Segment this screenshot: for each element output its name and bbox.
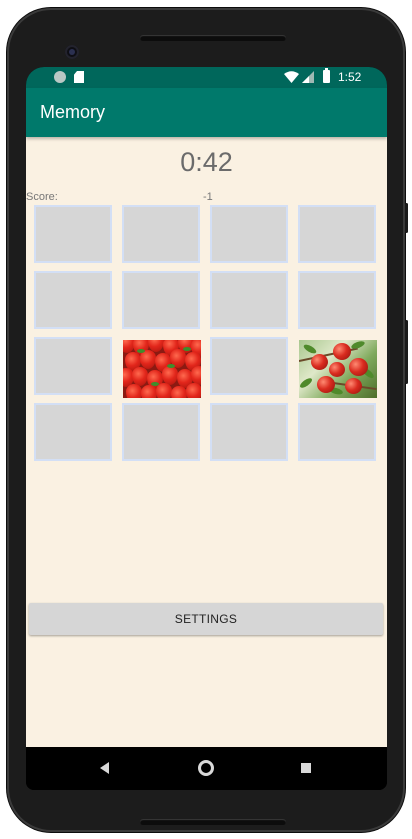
status-bar: 1:52 (26, 67, 387, 88)
battery-icon (323, 68, 330, 83)
home-icon[interactable] (198, 760, 214, 776)
top-speaker (140, 35, 286, 41)
wifi-icon (284, 71, 299, 83)
card-8[interactable] (298, 271, 376, 329)
card-7[interactable] (210, 271, 288, 329)
card-13[interactable] (34, 403, 112, 461)
navigation-bar (26, 747, 387, 790)
status-time: 1:52 (338, 70, 362, 84)
card-6[interactable] (122, 271, 200, 329)
card-5[interactable] (34, 271, 112, 329)
app-bar: Memory (26, 88, 387, 137)
screen: 1:52 Memory 0:42 Score: -1 SETTINGS (26, 67, 387, 790)
app-title: Memory (40, 102, 106, 122)
card-12-apples[interactable] (299, 340, 377, 398)
front-camera (65, 45, 79, 59)
score-label: Score: (26, 191, 58, 203)
volume-button (405, 320, 408, 384)
game-area: 0:42 Score: -1 SETTINGS (26, 137, 387, 747)
card-10-strawberries[interactable] (123, 340, 201, 398)
card-3[interactable] (210, 205, 288, 263)
sd-card-icon (74, 71, 84, 83)
back-icon[interactable] (100, 762, 109, 774)
card-16[interactable] (298, 403, 376, 461)
settings-button[interactable]: SETTINGS (29, 603, 383, 635)
signal-icon (302, 71, 314, 83)
card-9[interactable] (34, 337, 112, 395)
card-4[interactable] (298, 205, 376, 263)
notification-circle-icon (54, 71, 66, 83)
recents-icon[interactable] (301, 763, 311, 773)
card-11[interactable] (210, 337, 288, 395)
card-15[interactable] (210, 403, 288, 461)
card-2[interactable] (122, 205, 200, 263)
power-button (405, 203, 408, 233)
card-14[interactable] (122, 403, 200, 461)
score-value: -1 (203, 191, 213, 203)
timer-display: 0:42 (180, 147, 233, 177)
bottom-speaker (140, 819, 286, 825)
card-1[interactable] (34, 205, 112, 263)
